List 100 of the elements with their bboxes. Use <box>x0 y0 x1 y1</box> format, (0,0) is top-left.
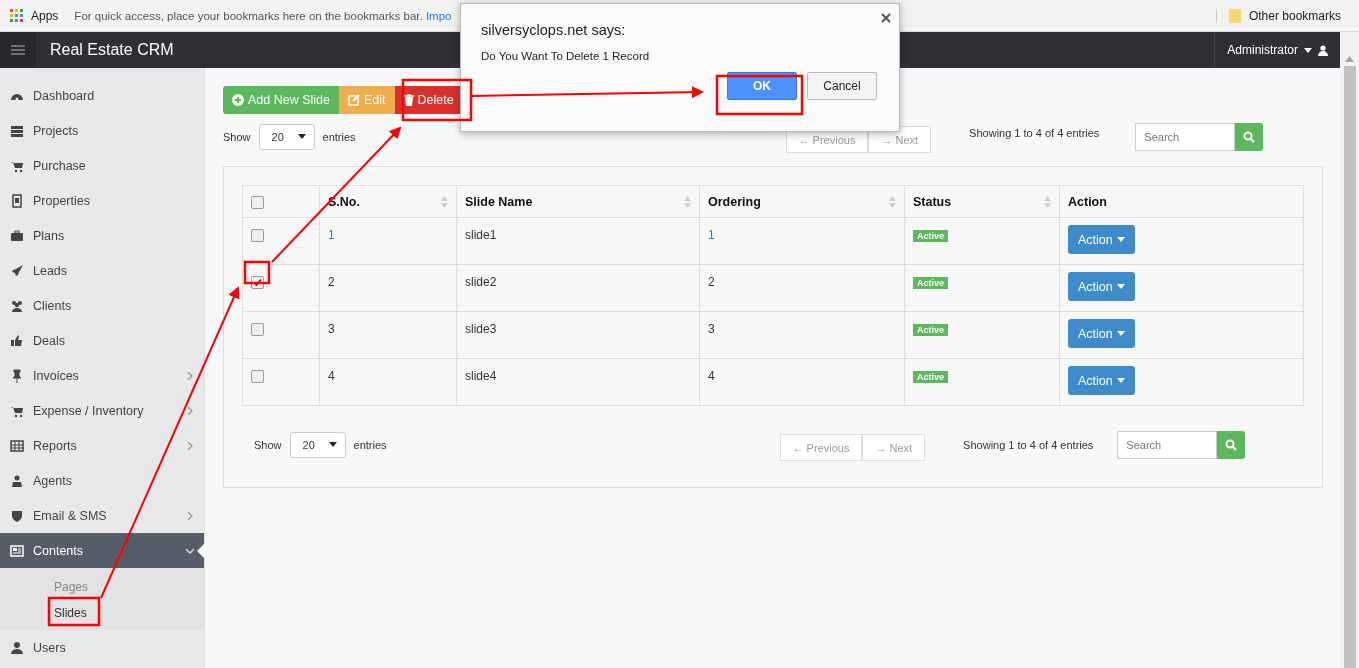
edit-icon <box>348 94 360 106</box>
highlight-frame <box>47 596 101 627</box>
chevron-icon <box>186 511 194 520</box>
thumbs-up-icon <box>10 333 24 348</box>
user-menu[interactable]: Administrator <box>1227 43 1298 57</box>
users-icon <box>10 298 24 313</box>
dialog-title: silversyclops.net says: <box>481 22 627 38</box>
bookmarks-hint: For quick access, place your bookmarks here on the bookmarks bar. Impo <box>74 9 452 22</box>
sidebar-item[interactable]: Deals <box>0 323 204 358</box>
sidebar-item[interactable]: Plans <box>0 218 204 253</box>
sidebar-item[interactable]: Reports <box>0 428 204 463</box>
highlight-frame <box>243 260 271 285</box>
entries-label: entries <box>322 130 356 143</box>
user-icon <box>10 640 24 655</box>
newspaper-icon <box>10 543 24 558</box>
app-title: Real Estate CRM <box>50 41 174 59</box>
sidebar-item[interactable]: Expense / Inventory <box>0 393 204 428</box>
person-icon <box>10 473 24 488</box>
scrollbar-thumb[interactable] <box>1343 66 1356 668</box>
table-cell: 4 <box>328 369 335 383</box>
sidebar-item[interactable]: Purchase <box>0 148 204 183</box>
action-dropdown[interactable]: Action <box>1068 272 1135 301</box>
status-badge: Active <box>913 277 948 289</box>
highlight-frame <box>401 78 473 122</box>
action-dropdown[interactable]: Action <box>1068 319 1135 348</box>
other-bookmarks[interactable]: Other bookmarks <box>1248 8 1341 23</box>
table-cell: 3 <box>708 322 715 336</box>
apps-grid-icon[interactable] <box>10 9 23 22</box>
search-field[interactable]: Search <box>1117 430 1218 459</box>
search-button[interactable] <box>1235 122 1264 151</box>
checkbox[interactable] <box>251 370 264 384</box>
user-icon <box>1318 44 1328 56</box>
plus-circle-icon <box>232 94 244 106</box>
submenu-item[interactable]: Slides <box>48 604 93 622</box>
checkbox[interactable] <box>251 229 264 243</box>
search-field[interactable]: Search <box>1135 122 1236 151</box>
table-cell: 1 <box>708 228 715 242</box>
chevron-icon <box>186 371 194 380</box>
sidebar-item[interactable]: Contents <box>0 533 204 568</box>
caret-icon <box>328 442 337 447</box>
checkbox[interactable] <box>251 323 264 337</box>
status-badge: Active <box>913 324 948 336</box>
search-icon <box>1225 438 1238 451</box>
chevron-icon <box>186 441 194 450</box>
pin-icon <box>10 368 24 383</box>
action-dropdown[interactable]: Action <box>1068 225 1135 254</box>
caret-icon <box>1116 237 1125 242</box>
caret-icon <box>1116 378 1125 383</box>
sort-icon <box>1044 195 1051 208</box>
shield-icon <box>10 508 24 523</box>
apps-link[interactable]: Apps <box>31 8 59 23</box>
table-cell: 4 <box>708 369 715 383</box>
sidebar-item[interactable]: Invoices <box>0 358 204 393</box>
checkbox[interactable] <box>251 195 264 209</box>
caret-icon <box>1304 47 1312 53</box>
entries-info: Showing 1 to 4 of 4 entries <box>963 438 1094 451</box>
caret-icon <box>1116 284 1125 289</box>
menu-icon[interactable] <box>11 45 25 55</box>
rocket-icon <box>10 263 24 278</box>
action-dropdown[interactable]: Action <box>1068 366 1135 395</box>
entries-info: Showing 1 to 4 of 4 entries <box>969 126 1100 139</box>
sidebar-item[interactable]: Projects <box>0 113 204 148</box>
entries-label: entries <box>353 438 387 451</box>
show-label: Show <box>223 130 251 143</box>
delete-button[interactable]: Delete <box>394 86 463 114</box>
cancel-button[interactable]: Cancel <box>807 72 877 100</box>
page-size-select[interactable]: 20 <box>258 123 315 150</box>
table-cell: slide4 <box>465 369 497 383</box>
search-button[interactable] <box>1217 430 1246 459</box>
sidebar-item[interactable]: Email & SMS <box>0 498 204 533</box>
table-cell: slide2 <box>465 275 497 289</box>
sort-icon <box>889 195 896 208</box>
building-icon <box>10 193 24 208</box>
status-badge: Active <box>913 230 948 242</box>
sidebar-item[interactable]: Users <box>0 630 204 665</box>
chevron-icon <box>186 546 194 555</box>
table-icon <box>10 438 24 453</box>
server-icon <box>10 123 24 138</box>
caret-icon <box>297 134 306 139</box>
briefcase-icon <box>10 228 24 243</box>
folder-icon <box>1228 8 1241 23</box>
sidebar-item[interactable]: Agents <box>0 463 204 498</box>
page-size-select[interactable]: 20 <box>289 431 346 458</box>
sidebar-item[interactable]: Clients <box>0 288 204 323</box>
sort-icon <box>441 195 448 208</box>
import-link[interactable]: Impo <box>425 9 452 22</box>
table-cell: slide1 <box>465 228 497 242</box>
caret-icon <box>1116 331 1125 336</box>
sidebar-item[interactable]: Leads <box>0 253 204 288</box>
table-cell: 3 <box>328 322 335 336</box>
show-label: Show <box>254 438 282 451</box>
table-cell: 2 <box>708 275 715 289</box>
column-header: Action <box>1068 194 1108 209</box>
search-icon <box>1243 130 1256 143</box>
sidebar-item[interactable]: Dashboard <box>0 78 204 113</box>
sidebar-item[interactable]: Properties <box>0 183 204 218</box>
scroll-up-icon[interactable] <box>1345 56 1354 62</box>
trash-icon <box>403 94 414 106</box>
table-cell: 2 <box>328 275 335 289</box>
dialog-message: Do You Want To Delete 1 Record <box>481 50 651 62</box>
